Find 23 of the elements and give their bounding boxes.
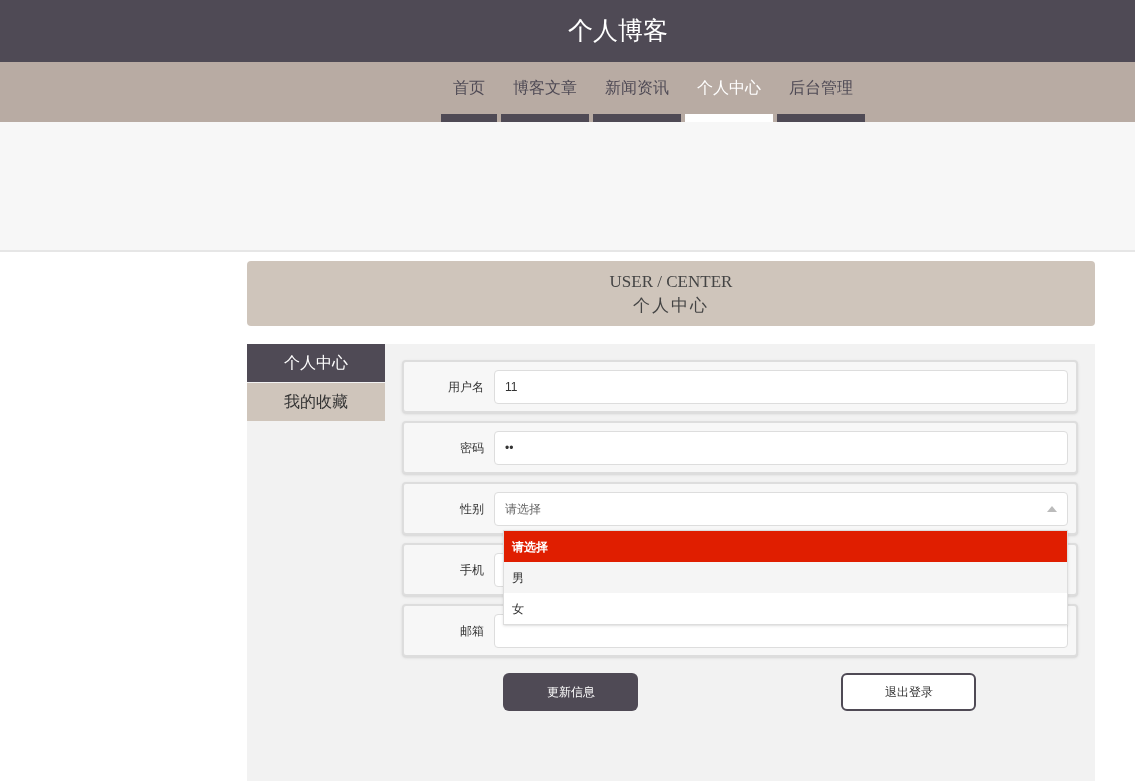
- nav-link[interactable]: 新闻资讯: [592, 62, 681, 114]
- nav-link[interactable]: 后台管理: [776, 62, 865, 114]
- input-field[interactable]: ••: [494, 430, 1068, 465]
- dropdown-option[interactable]: 男: [504, 562, 1067, 593]
- dropdown-option[interactable]: 请选择: [504, 531, 1067, 562]
- field-label: 手机: [459, 561, 485, 579]
- logout-button[interactable]: 退出登录: [841, 673, 976, 711]
- update-button[interactable]: 更新信息: [503, 673, 638, 711]
- sidebar-item[interactable]: 我的收藏: [247, 383, 385, 421]
- nav-link[interactable]: 首页: [440, 62, 497, 114]
- sidebar-item[interactable]: 个人中心: [247, 344, 385, 382]
- input-field[interactable]: 11: [494, 369, 1068, 404]
- field-label: 密码: [459, 439, 485, 457]
- caret-up-icon: [1047, 505, 1057, 512]
- field-label: 性别: [459, 500, 485, 518]
- heading-chinese: 个人中心: [633, 294, 709, 317]
- field-label: 用户名: [447, 378, 485, 396]
- nav-link[interactable]: 博客文章: [500, 62, 589, 114]
- select-field[interactable]: 请选择: [494, 491, 1068, 526]
- dropdown-option[interactable]: 女: [504, 593, 1067, 624]
- site-title: 个人博客: [567, 15, 668, 47]
- field-label: 邮箱: [459, 622, 485, 640]
- heading-english: USER / CENTER: [609, 270, 733, 293]
